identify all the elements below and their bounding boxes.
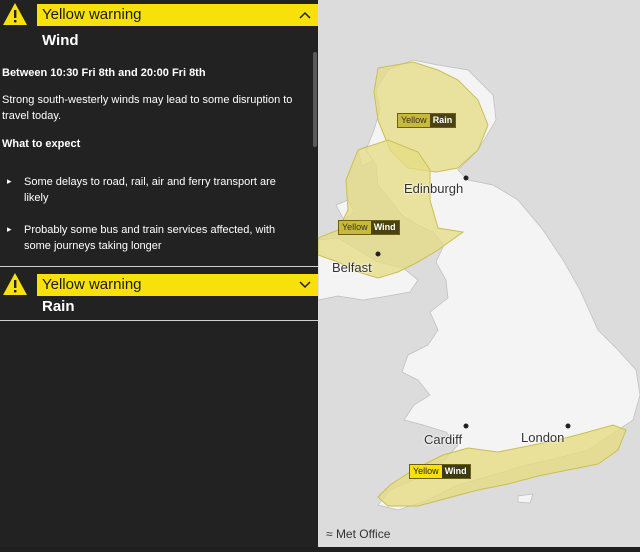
met-office-text: Met Office <box>335 527 391 541</box>
warnings-map[interactable]: Edinburgh Belfast Cardiff London Yellow … <box>317 0 640 547</box>
met-office-icon: ≈ <box>326 527 333 541</box>
badge-level: Yellow <box>398 114 430 127</box>
expect-item: Some delays to road, rail, air and ferry… <box>24 176 276 204</box>
badge-type: Wind <box>370 221 399 234</box>
warning-type-title: Wind <box>42 32 79 49</box>
expect-item: Probably some bus and train services aff… <box>24 224 276 252</box>
badge-type: Wind <box>441 465 470 478</box>
warning-triangle-icon <box>3 3 27 25</box>
warning-header-rain[interactable]: Yellow warning <box>0 270 318 300</box>
warning-level-bar[interactable]: Yellow warning <box>37 274 318 296</box>
bullet-icon: ▸ <box>7 224 12 234</box>
wind-warning-badge-south[interactable]: Yellow Wind <box>409 464 471 479</box>
edinburgh-dot <box>463 175 469 181</box>
what-to-expect-heading: What to expect <box>2 138 81 150</box>
warning-triangle-icon <box>3 273 27 295</box>
warning-level-label: Yellow warning <box>42 276 142 293</box>
warning-level-bar[interactable]: Yellow warning <box>37 4 318 26</box>
divider <box>0 266 318 267</box>
cardiff-dot <box>463 423 469 429</box>
city-label-cardiff: Cardiff <box>424 432 463 447</box>
warning-type-title: Rain <box>42 298 75 315</box>
warnings-panel: Yellow warning Wind Between 10:30 Fri 8t… <box>0 0 318 547</box>
london-dot <box>565 423 571 429</box>
wind-warning-badge-north[interactable]: Yellow Wind <box>338 220 400 235</box>
city-label-london: London <box>521 430 565 445</box>
city-label-edinburgh: Edinburgh <box>404 181 464 196</box>
warning-level-label: Yellow warning <box>42 6 142 23</box>
warning-description: Strong south-westerly winds may lead to … <box>2 94 293 122</box>
badge-level: Yellow <box>410 465 442 478</box>
divider <box>0 320 318 321</box>
bullet-icon: ▸ <box>7 176 12 186</box>
warning-header-wind[interactable]: Yellow warning <box>0 0 318 30</box>
badge-type: Rain <box>429 114 456 127</box>
met-office-logo: ≈ Met Office <box>326 527 390 541</box>
chevron-down-icon[interactable] <box>298 274 312 296</box>
chevron-up-icon[interactable] <box>298 4 312 26</box>
warning-period: Between 10:30 Fri 8th and 20:00 Fri 8th <box>2 67 206 79</box>
city-label-belfast: Belfast <box>332 260 372 275</box>
rain-warning-badge[interactable]: Yellow Rain <box>397 113 457 128</box>
badge-level: Yellow <box>339 221 371 234</box>
scrollbar-thumb[interactable] <box>313 52 317 147</box>
belfast-dot <box>375 251 381 257</box>
